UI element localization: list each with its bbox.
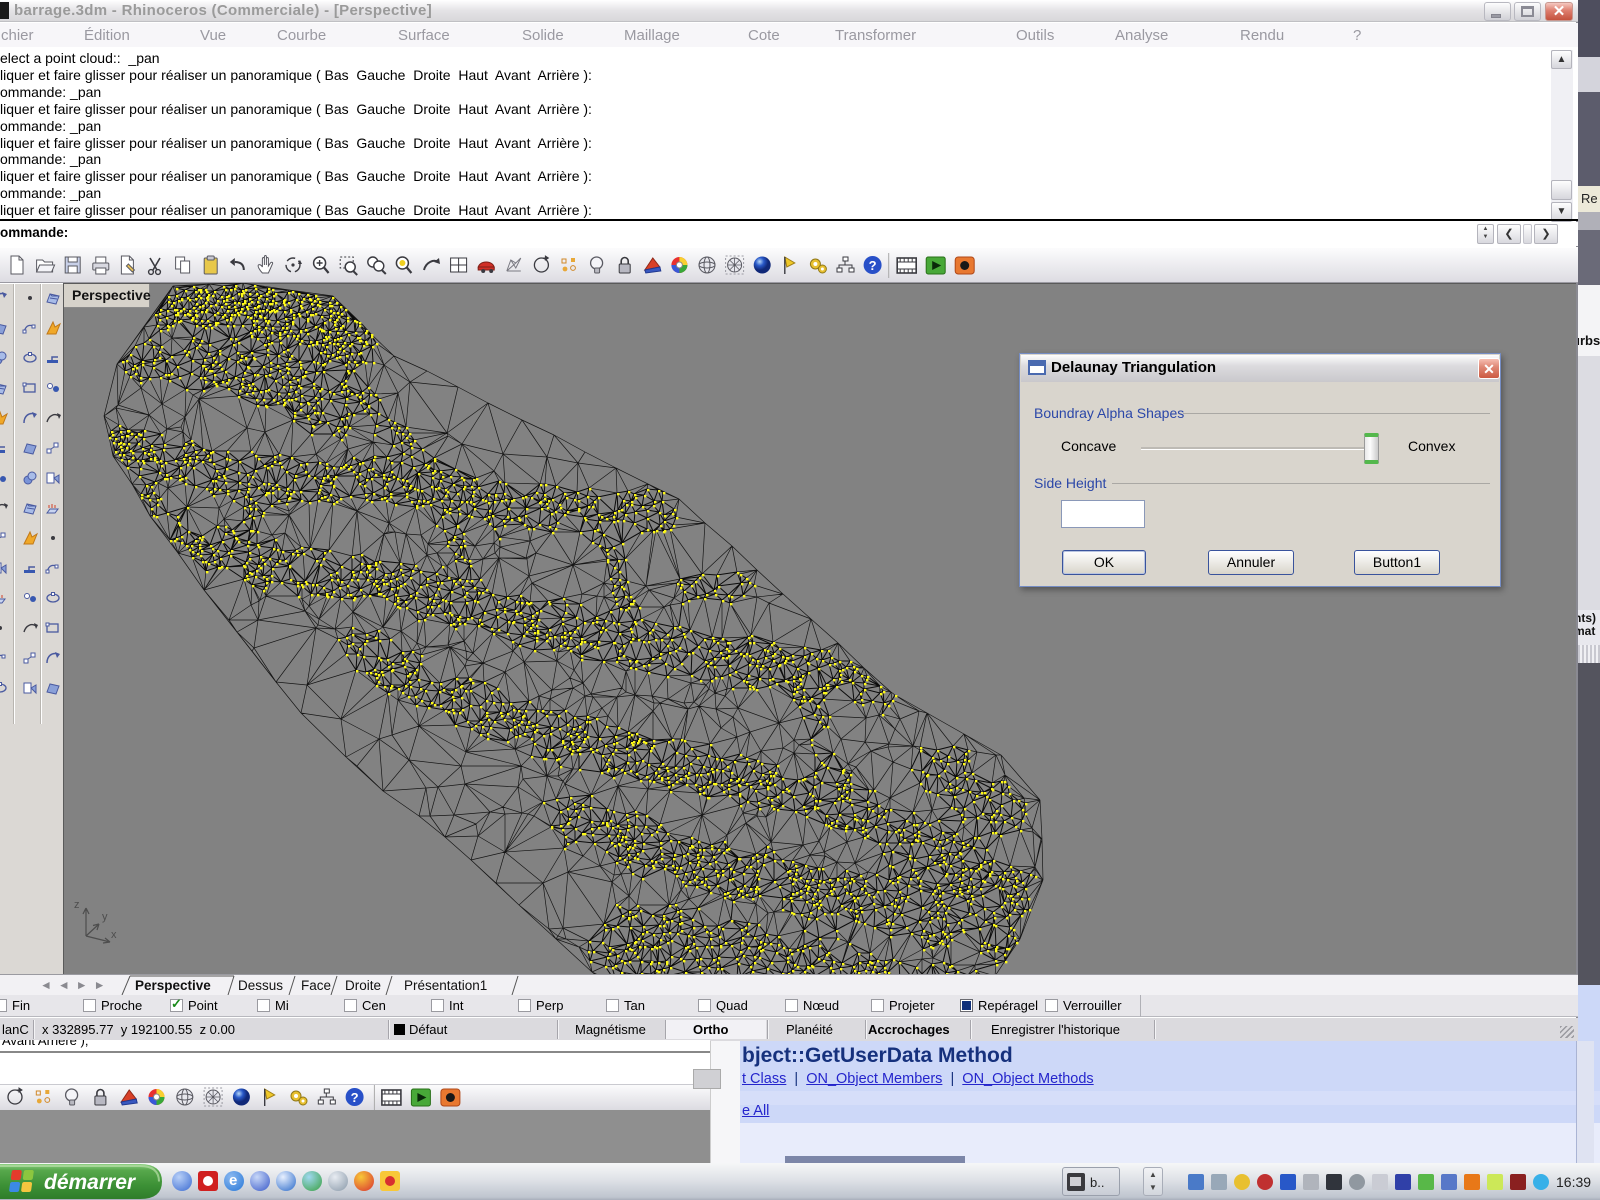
- svg-text:?: ?: [351, 1090, 359, 1105]
- svg-text:Perspective: Perspective: [135, 978, 211, 993]
- svg-text:Dessus: Dessus: [238, 978, 283, 993]
- svg-text:Face: Face: [301, 978, 331, 993]
- svg-text:démarrer: démarrer: [44, 1171, 137, 1194]
- svg-text:?: ?: [869, 258, 877, 273]
- svg-text:Présentation1: Présentation1: [404, 978, 487, 993]
- svg-text:Droite: Droite: [345, 978, 381, 993]
